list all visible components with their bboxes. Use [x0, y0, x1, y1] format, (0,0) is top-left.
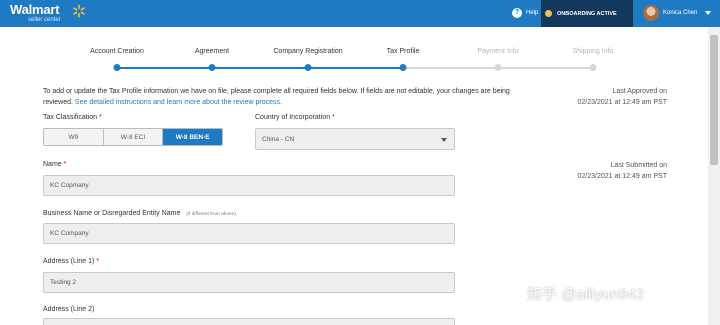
step-dot-current — [399, 64, 407, 71]
onboarding-status-label: ONBOARDING ACTIVE — [557, 10, 617, 17]
step-shipping-info: Shipping Info — [572, 48, 614, 55]
tax-option-w8-ben-e[interactable]: W-8 BEN-E — [163, 129, 222, 145]
country-select[interactable]: China - CN — [255, 128, 455, 150]
chevron-down-icon — [705, 11, 712, 15]
user-name: Konica Chen — [663, 10, 698, 16]
brand-subtitle: seller center — [28, 17, 61, 23]
status-dot-icon — [545, 10, 552, 17]
business-name-field[interactable]: KC Company — [43, 223, 455, 244]
business-name-label: Business Name or Disregarded Entity Name… — [43, 210, 236, 217]
step-dot-done — [304, 64, 312, 71]
country-value: China - CN — [262, 135, 295, 143]
tax-classification-label-text: Tax Classification — [43, 114, 98, 121]
required-mark: * — [332, 114, 335, 121]
top-header: Walmart seller center ? Help ONBOARDING … — [0, 0, 720, 27]
country-label: Country of Incorporation * — [255, 114, 335, 121]
address1-value: Testing 2 — [50, 279, 77, 286]
intro-text: To add or update the Tax Profile informa… — [43, 86, 513, 108]
step-dot-pending — [494, 64, 502, 71]
tax-classification-toggle: W9 W-8 ECI W-8 BEN-E — [43, 128, 223, 146]
user-menu[interactable]: Konica Chen — [643, 5, 712, 21]
step-dot-done — [208, 64, 216, 71]
walmart-logo[interactable]: Walmart seller center — [10, 2, 85, 23]
required-mark: * — [63, 161, 67, 168]
last-submitted: Last Submitted on 02/23/2021 at 12:49 am… — [577, 160, 667, 182]
brand-name: Walmart — [10, 2, 60, 17]
watermark: 知乎 @ailiyun942 — [527, 286, 644, 303]
required-mark: * — [99, 114, 102, 121]
stepper-line-complete — [117, 67, 403, 69]
address1-label-text: Address (Line 1) — [43, 258, 95, 265]
country-label-text: Country of Incorporation — [255, 114, 331, 121]
name-label-text: Name — [43, 161, 62, 168]
last-approved-label: Last Approved on — [612, 88, 668, 95]
tax-option-w8-eci[interactable]: W-8 ECI — [103, 129, 164, 145]
help-link[interactable]: ? Help — [512, 8, 538, 18]
last-approved: Last Approved on 02/23/2021 at 12:49 am … — [577, 86, 667, 108]
step-agreement[interactable]: Agreement — [195, 48, 229, 55]
step-tax-profile[interactable]: Tax Profile — [387, 48, 420, 55]
name-value: KC Copmany — [50, 182, 89, 189]
step-dot-done — [113, 64, 121, 71]
name-label: Name * — [43, 161, 66, 168]
chevron-down-icon — [441, 138, 447, 142]
address1-field[interactable]: Testing 2 — [43, 272, 455, 293]
scrollbar-thumb[interactable] — [710, 35, 718, 165]
review-process-link[interactable]: See detailed instructions and learn more… — [75, 99, 282, 106]
tax-classification-label: Tax Classification * — [43, 114, 102, 121]
business-name-label-text: Business Name or Disregarded Entity Name — [43, 210, 181, 217]
business-name-hint: (if different from above) — [186, 212, 236, 217]
last-submitted-value: 02/23/2021 at 12:49 am PST — [577, 173, 667, 180]
tax-option-w9[interactable]: W9 — [44, 129, 104, 145]
progress-stepper: Account Creation Agreement Company Regis… — [0, 48, 720, 78]
address2-label-text: Address (Line 2) — [43, 306, 95, 313]
avatar — [643, 5, 659, 21]
address1-label: Address (Line 1) * — [43, 258, 99, 265]
walmart-spark-icon — [73, 4, 85, 18]
help-label: Help — [526, 10, 539, 16]
help-icon: ? — [512, 8, 522, 18]
step-dot-pending — [589, 64, 597, 71]
step-company-registration[interactable]: Company Registration — [273, 48, 342, 55]
required-mark: * — [96, 258, 100, 265]
address2-label: Address (Line 2) — [43, 306, 94, 313]
last-submitted-label: Last Submitted on — [610, 162, 667, 169]
name-field[interactable]: KC Copmany — [43, 175, 455, 196]
last-approved-value: 02/23/2021 at 12:49 am PST — [577, 99, 667, 106]
step-account-creation[interactable]: Account Creation — [90, 48, 144, 55]
address2-field[interactable] — [43, 318, 455, 325]
onboarding-status[interactable]: ONBOARDING ACTIVE — [541, 0, 633, 27]
business-name-value: KC Company — [50, 230, 89, 237]
step-payment-info: Payment Info — [477, 48, 519, 55]
